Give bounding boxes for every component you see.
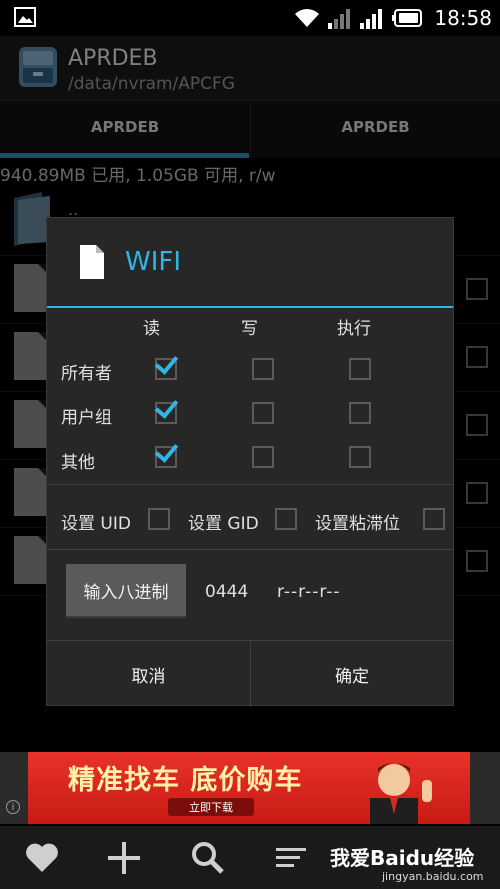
- file-icon: [80, 245, 104, 279]
- column-read: 读: [143, 319, 160, 339]
- sort-icon[interactable]: [272, 838, 312, 878]
- watermark-url: jingyan.baidu.com: [382, 870, 484, 883]
- ad-area: i 精准找车 底价购车 立即下载: [0, 752, 500, 824]
- sticky-bit-label: 设置粘滞位: [315, 514, 400, 534]
- set-uid-checkbox[interactable]: [148, 508, 170, 530]
- owner-execute-checkbox[interactable]: [349, 358, 371, 380]
- owner-read-checkbox[interactable]: [155, 358, 177, 380]
- other-read-checkbox[interactable]: [155, 446, 177, 468]
- signal-weak-icon: [328, 9, 351, 29]
- dialog-button-bar: 取消 确定: [47, 640, 453, 707]
- ad-banner[interactable]: 精准找车 底价购车 立即下载: [28, 752, 470, 824]
- cancel-button[interactable]: 取消: [47, 641, 250, 707]
- wifi-icon: [295, 9, 320, 27]
- sticky-bit-checkbox[interactable]: [423, 508, 445, 530]
- clock: 18:58: [434, 6, 492, 30]
- dialog-title-divider: [47, 306, 453, 308]
- signal-full-icon: [360, 9, 383, 29]
- dialog-title: WIFI: [125, 247, 181, 277]
- column-execute: 执行: [337, 319, 371, 339]
- column-write: 写: [241, 319, 258, 339]
- permissions-dialog: WIFI 读 写 执行 所有者 用户组 其他 设置 UID 设置 GID 设置粘…: [46, 217, 454, 707]
- section-divider: [47, 549, 453, 550]
- group-write-checkbox[interactable]: [252, 402, 274, 424]
- dialog-header: WIFI: [47, 218, 453, 306]
- bottom-toolbar: 我爱Baidu经验 jingyan.baidu.com: [0, 826, 500, 889]
- permission-string: r--r--r--: [277, 582, 341, 602]
- set-uid-label: 设置 UID: [61, 514, 131, 534]
- group-execute-checkbox[interactable]: [349, 402, 371, 424]
- other-write-checkbox[interactable]: [252, 446, 274, 468]
- section-divider: [47, 484, 453, 485]
- row-group-label: 用户组: [61, 408, 112, 428]
- owner-write-checkbox[interactable]: [252, 358, 274, 380]
- row-owner-label: 所有者: [61, 364, 112, 384]
- ad-headline: 精准找车 底价购车: [68, 765, 303, 796]
- ad-download-button[interactable]: 立即下载: [168, 798, 254, 816]
- enter-octal-button[interactable]: 输入八进制: [66, 564, 186, 618]
- set-gid-label: 设置 GID: [188, 514, 259, 534]
- ok-button[interactable]: 确定: [250, 641, 453, 707]
- status-bar: 18:58: [0, 0, 500, 36]
- watermark-text: 我爱Baidu经验: [330, 846, 475, 870]
- search-icon[interactable]: [188, 838, 228, 878]
- ad-info-icon[interactable]: i: [6, 800, 20, 814]
- group-read-checkbox[interactable]: [155, 402, 177, 424]
- battery-icon: [392, 9, 423, 27]
- octal-value: 0444: [205, 582, 249, 602]
- add-icon[interactable]: [104, 838, 144, 878]
- gallery-icon: [14, 7, 36, 27]
- row-other-label: 其他: [61, 453, 95, 473]
- ad-person-illustration: [370, 763, 432, 824]
- set-gid-checkbox[interactable]: [275, 508, 297, 530]
- favorites-icon[interactable]: [22, 838, 62, 878]
- other-execute-checkbox[interactable]: [349, 446, 371, 468]
